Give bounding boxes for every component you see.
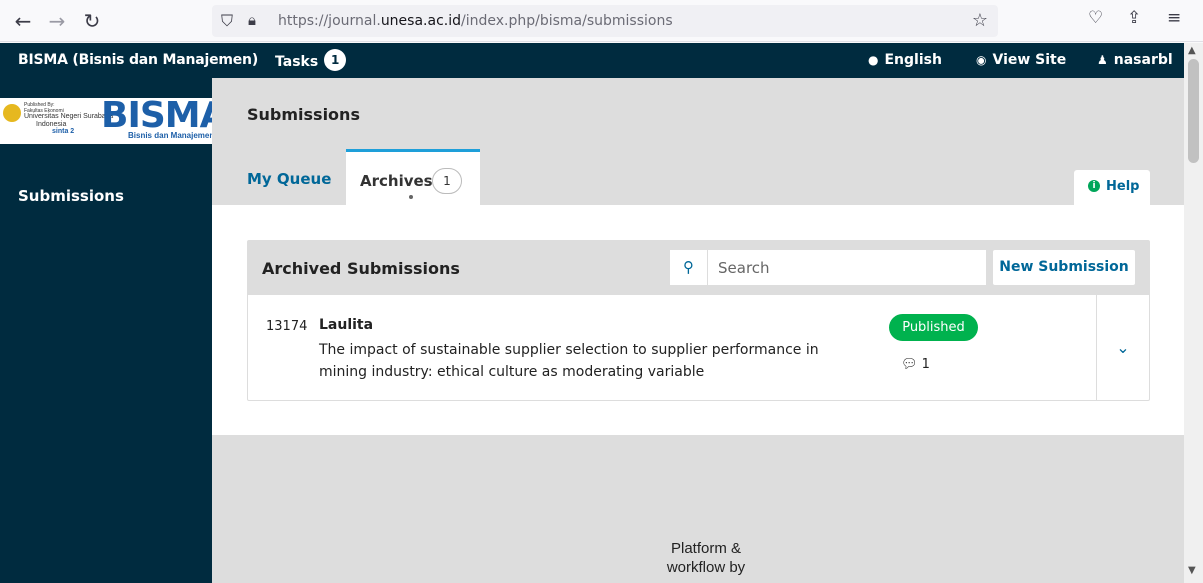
scroll-up-icon[interactable]: ▲ [1188, 45, 1196, 56]
sidebar-item-submissions[interactable]: Submissions [18, 187, 124, 205]
main-content: Submissions My Queue Archives 1 i Help A… [212, 78, 1184, 583]
submission-title: The impact of sustainable supplier selec… [319, 342, 819, 380]
page-scrollbar[interactable]: ▲ ▼ [1184, 43, 1203, 583]
logo-subtitle: Bisnis dan Manajemen [128, 131, 215, 140]
help-label: Help [1106, 179, 1140, 194]
shield-icon[interactable]: ⛉ [221, 11, 241, 31]
eye-icon: ◉ [976, 53, 987, 67]
search-icon[interactable]: ⚲ [670, 250, 708, 285]
bookmark-star-icon[interactable]: ☆ [972, 10, 988, 31]
submission-author: Laulita [319, 317, 374, 333]
journal-logo[interactable]: Published By: Fakultas Ekonomi Universit… [0, 98, 227, 144]
reload-icon[interactable]: ↻ [77, 6, 107, 36]
tab-archives-count: 1 [432, 168, 462, 194]
status-badge: Published [889, 314, 978, 341]
view-site-link[interactable]: ◉ View Site [976, 52, 1066, 68]
tab-archives-label: Archives [360, 172, 433, 190]
active-tab-indicator [409, 195, 413, 199]
extensions-icon[interactable]: ⇪ [1127, 8, 1141, 28]
url-bar[interactable]: ⛉ 🔒︎ https://journal.unesa.ac.id/index.p… [212, 5, 998, 37]
submission-id: 13174 [266, 319, 308, 334]
language-menu[interactable]: ● English [868, 52, 942, 68]
new-submission-button[interactable]: New Submission [992, 249, 1136, 286]
globe-icon: ● [868, 53, 879, 67]
grid-header: Archived Submissions ⚲ New Submission [248, 241, 1149, 295]
comments-count: 💬︎ 1 [901, 357, 930, 372]
scroll-thumb[interactable] [1188, 59, 1199, 163]
view-site-label: View Site [992, 52, 1067, 68]
language-label: English [884, 52, 942, 68]
comment-icon: 💬︎ [901, 357, 918, 372]
search-box: ⚲ [669, 249, 987, 286]
sidebar: Published By: Fakultas Ekonomi Universit… [0, 78, 227, 583]
app-header: BISMA (Bisnis dan Manajemen) Tasks 1 ● En… [0, 43, 1184, 78]
browser-toolbar: ← → ↻ ⛉ 🔒︎ https://journal.unesa.ac.id/i… [0, 0, 1203, 42]
logo-university: Universitas Negeri Surabaya Indonesia [24, 113, 113, 129]
url-text[interactable]: https://journal.unesa.ac.id/index.php/bi… [278, 13, 673, 29]
university-emblem [3, 104, 21, 122]
chevron-down-icon[interactable]: ⌄ [1096, 295, 1149, 401]
username-label: nasarbl [1113, 52, 1173, 68]
help-button[interactable]: i Help [1074, 170, 1150, 206]
grid-title: Archived Submissions [262, 259, 460, 278]
tab-archives[interactable]: Archives 1 [346, 149, 480, 205]
tasks-button[interactable]: Tasks 1 [275, 49, 347, 71]
scroll-down-icon[interactable]: ▼ [1188, 565, 1196, 576]
logo-university-text: Universitas Negeri Surabaya [24, 113, 114, 120]
back-icon[interactable]: ← [8, 6, 38, 36]
logo-sinta: sinta 2 [52, 128, 75, 135]
page-title: Submissions [247, 105, 360, 124]
user-icon: ♟ [1097, 53, 1108, 67]
logo-title: BISMA [101, 95, 227, 136]
comments-count-value: 1 [921, 357, 930, 372]
submission-row[interactable]: 13174 Laulita The impact of sustainable … [248, 295, 1149, 401]
tasks-label: Tasks [275, 53, 319, 70]
forward-icon[interactable]: → [42, 6, 72, 36]
pocket-icon[interactable]: ♡ [1088, 8, 1103, 28]
user-menu[interactable]: ♟ nasarbl [1097, 52, 1173, 68]
info-icon: i [1088, 180, 1100, 192]
lock-icon[interactable]: 🔒︎ [248, 11, 268, 31]
app-title[interactable]: BISMA (Bisnis dan Manajemen) [18, 52, 258, 68]
tab-panel: Archived Submissions ⚲ New Submission 13… [212, 205, 1184, 435]
footer-platform-text[interactable]: Platform & workflow by [656, 539, 756, 577]
menu-icon[interactable]: ≡ [1167, 8, 1181, 28]
search-input[interactable] [718, 250, 978, 285]
archived-submissions-grid: Archived Submissions ⚲ New Submission 13… [247, 240, 1150, 401]
tasks-count-badge: 1 [324, 49, 347, 71]
